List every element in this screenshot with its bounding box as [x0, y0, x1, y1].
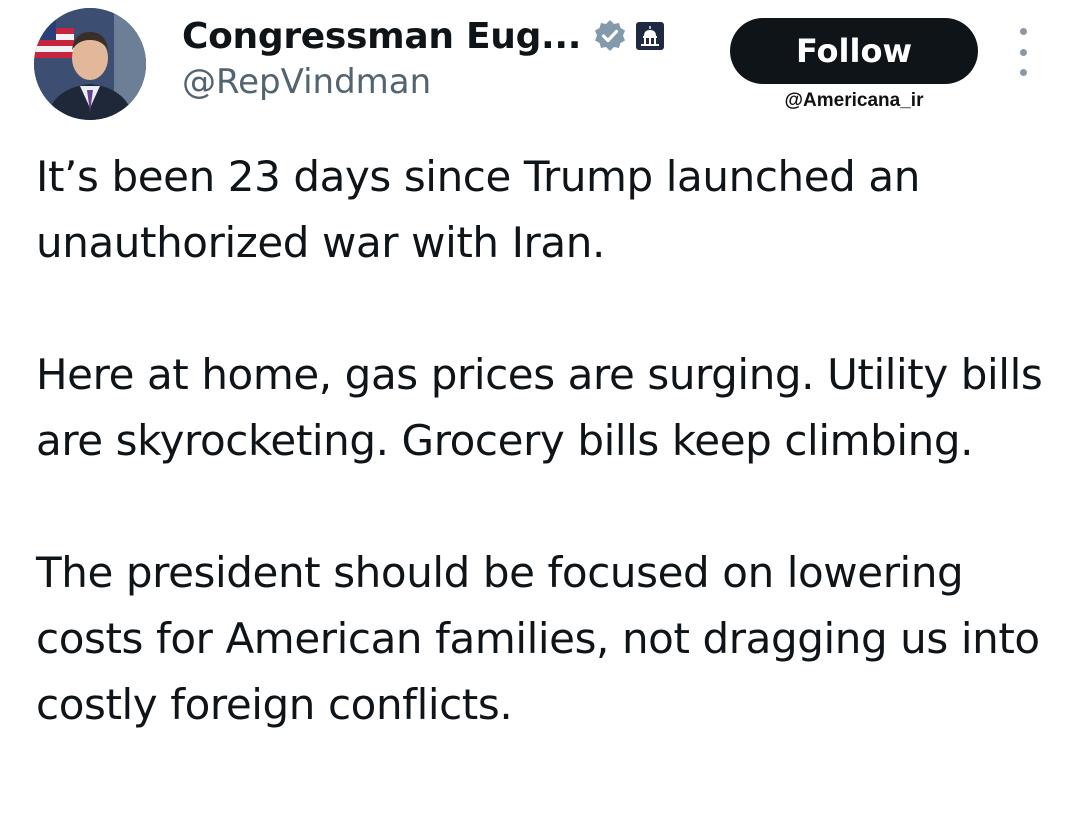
- tweet-paragraph: Here at home, gas prices are surging. Ut…: [36, 350, 1043, 465]
- more-dot: [1019, 48, 1027, 56]
- author-display-name[interactable]: Congressman Eug...: [182, 16, 581, 57]
- follow-button[interactable]: Follow: [730, 18, 978, 84]
- tweet-paragraph: The president should be focused on lower…: [36, 548, 1040, 729]
- more-dot: [1019, 69, 1027, 76]
- watermark-text: @Americana_ir: [784, 90, 924, 111]
- verified-badge-icon: [593, 19, 627, 53]
- tweet-paragraph: It’s been 23 days since Trump launched a…: [36, 152, 920, 267]
- author-name-row: Congressman Eug...: [182, 10, 665, 62]
- capitol-building-icon: [635, 21, 665, 51]
- tweet-header: Congressman Eug... @RepVindman Follow @A…: [0, 0, 1080, 130]
- author-handle[interactable]: @RepVindman: [182, 62, 431, 102]
- more-dot: [1019, 28, 1027, 35]
- tweet-text: It’s been 23 days since Trump launched a…: [36, 144, 1056, 738]
- profile-photo-icon: [34, 8, 146, 120]
- avatar[interactable]: [34, 8, 146, 120]
- more-vertical-icon[interactable]: [1006, 28, 1040, 76]
